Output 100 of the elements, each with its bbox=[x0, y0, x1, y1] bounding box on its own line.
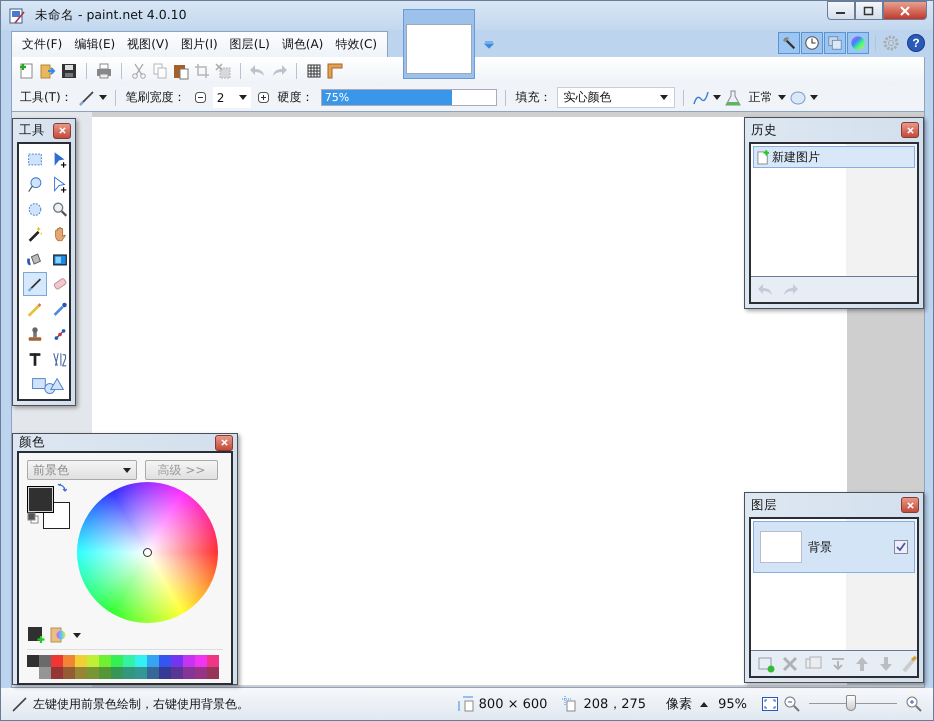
close-button[interactable] bbox=[901, 497, 919, 513]
caret-icon[interactable] bbox=[98, 95, 107, 100]
palette-swatch[interactable] bbox=[51, 655, 63, 667]
palette-swatch[interactable] bbox=[183, 667, 195, 679]
palette-swatch[interactable] bbox=[171, 667, 183, 679]
slider-thumb[interactable] bbox=[846, 695, 856, 711]
fill-dropdown[interactable]: 实心颜色 bbox=[556, 87, 675, 108]
palette-folder-icon[interactable] bbox=[50, 626, 68, 644]
add-layer-icon[interactable] bbox=[757, 654, 775, 672]
menu-item[interactable]: 图片(I) bbox=[174, 36, 224, 53]
save-icon[interactable] bbox=[60, 62, 78, 80]
palette-swatch[interactable] bbox=[111, 655, 123, 667]
image-size-icon bbox=[456, 695, 475, 713]
menu-item[interactable]: 特效(C) bbox=[329, 36, 384, 53]
caret-icon[interactable] bbox=[810, 95, 818, 100]
palette-swatch[interactable] bbox=[27, 655, 39, 667]
palette-swatch[interactable] bbox=[147, 655, 159, 667]
zoom-in-icon[interactable] bbox=[905, 695, 923, 713]
zoom-slider[interactable] bbox=[809, 695, 897, 713]
close-button[interactable] bbox=[53, 122, 71, 138]
palette-swatch[interactable] bbox=[99, 655, 111, 667]
layer-properties-icon[interactable] bbox=[901, 654, 919, 672]
blend-mode-dropdown[interactable]: 正常 bbox=[748, 89, 773, 106]
palette-swatch[interactable] bbox=[123, 667, 135, 679]
palette-swatch[interactable] bbox=[75, 655, 87, 667]
palette-swatch[interactable] bbox=[63, 667, 75, 679]
palette-swatch[interactable] bbox=[135, 655, 147, 667]
paintbrush-icon[interactable] bbox=[78, 88, 96, 106]
delete-layer-icon[interactable] bbox=[781, 654, 799, 672]
help-button[interactable]: ? bbox=[907, 34, 925, 52]
swap-colors-icon[interactable] bbox=[57, 483, 67, 493]
units-selector[interactable]: 像素 bbox=[666, 695, 692, 713]
color-swatches-drawing[interactable] bbox=[27, 486, 71, 530]
palette-swatch[interactable] bbox=[99, 667, 111, 679]
reset-colors-icon[interactable] bbox=[27, 512, 39, 524]
close-button[interactable] bbox=[883, 1, 927, 20]
palette-swatch[interactable] bbox=[75, 667, 87, 679]
crop-icon[interactable] bbox=[193, 62, 211, 80]
history-label: 新建图片 bbox=[772, 148, 820, 166]
tools-panel-toggle[interactable] bbox=[778, 32, 800, 54]
tool-label: 工具(T)： bbox=[20, 89, 73, 106]
print-icon[interactable] bbox=[95, 62, 113, 80]
close-icon bbox=[906, 126, 914, 134]
image-thumbnail-tab[interactable] bbox=[403, 9, 475, 79]
caret-icon[interactable] bbox=[712, 95, 721, 100]
palette-swatch[interactable] bbox=[171, 655, 183, 667]
caret-icon[interactable] bbox=[73, 632, 81, 638]
tool-button[interactable] bbox=[23, 272, 47, 296]
fit-window-icon[interactable] bbox=[761, 695, 779, 713]
clone-stamp-icon bbox=[26, 324, 44, 344]
colors-panel-toggle[interactable] bbox=[847, 32, 869, 54]
visibility-checkbox[interactable] bbox=[894, 540, 908, 554]
new-image-icon bbox=[757, 150, 770, 164]
history-panel-toggle[interactable] bbox=[801, 32, 823, 54]
zoom-icon bbox=[51, 200, 69, 218]
maximize-button[interactable] bbox=[855, 1, 883, 20]
palette-swatch[interactable] bbox=[183, 655, 195, 667]
palette-swatch[interactable] bbox=[123, 655, 135, 667]
grid-icon[interactable] bbox=[305, 62, 323, 80]
deselect-icon[interactable] bbox=[214, 62, 232, 80]
zoom-out-icon[interactable] bbox=[783, 695, 801, 713]
color-wheel-icon bbox=[850, 35, 866, 51]
menu-item[interactable]: 视图(V) bbox=[121, 36, 175, 53]
add-color-icon[interactable] bbox=[27, 626, 45, 644]
palette-swatch[interactable] bbox=[195, 667, 207, 679]
history-item[interactable]: 新建图片 bbox=[753, 146, 915, 168]
palette-swatch[interactable] bbox=[147, 667, 159, 679]
layer-thumbnail bbox=[760, 531, 802, 563]
palette-swatch[interactable] bbox=[159, 667, 171, 679]
dropdown-arrow-icon[interactable] bbox=[484, 41, 494, 49]
close-button[interactable] bbox=[215, 434, 233, 450]
cut-icon[interactable] bbox=[130, 62, 148, 80]
palette-swatch[interactable] bbox=[63, 655, 75, 667]
copy-icon[interactable] bbox=[151, 62, 169, 80]
palette-swatch[interactable] bbox=[39, 655, 51, 667]
menu-item[interactable]: 编辑(E) bbox=[68, 36, 122, 53]
palette-swatch[interactable] bbox=[207, 667, 219, 679]
menu-item[interactable]: 图层(L) bbox=[224, 36, 276, 53]
caret-icon[interactable] bbox=[700, 702, 708, 706]
palette-swatch[interactable] bbox=[111, 667, 123, 679]
caret-icon[interactable] bbox=[778, 95, 786, 100]
close-button[interactable] bbox=[901, 122, 919, 138]
palette-swatch[interactable] bbox=[135, 667, 147, 679]
palette-swatch[interactable] bbox=[195, 655, 207, 667]
layer-row[interactable]: 背景 bbox=[753, 521, 915, 573]
palette-swatch[interactable] bbox=[207, 655, 219, 667]
plus-icon[interactable] bbox=[258, 92, 269, 103]
palette-swatch[interactable] bbox=[51, 667, 63, 679]
layers-panel-toggle[interactable] bbox=[824, 32, 846, 54]
caret-icon bbox=[660, 95, 668, 100]
palette-swatch[interactable] bbox=[39, 667, 51, 679]
ruler-icon[interactable] bbox=[326, 62, 344, 80]
menu-item[interactable]: 调色(A) bbox=[276, 36, 330, 53]
menu-item[interactable]: 文件(F) bbox=[16, 36, 68, 53]
minus-icon[interactable] bbox=[194, 92, 206, 103]
minimize-button[interactable] bbox=[827, 1, 855, 20]
palette-swatch[interactable] bbox=[87, 655, 99, 667]
brush-width-field[interactable]: 2 bbox=[212, 87, 251, 108]
palette-swatch[interactable] bbox=[87, 667, 99, 679]
palette-swatch[interactable] bbox=[159, 655, 171, 667]
